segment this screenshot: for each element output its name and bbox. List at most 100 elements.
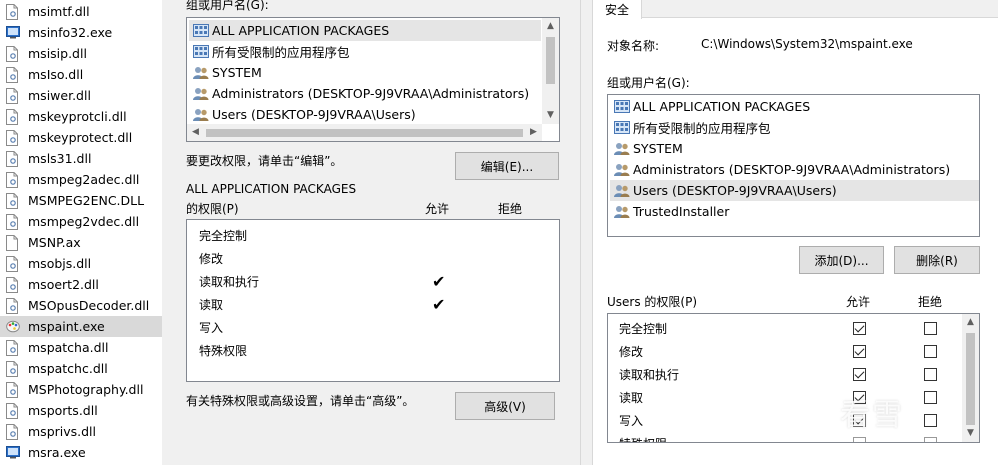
deny-checkbox[interactable] (924, 391, 937, 404)
file-item[interactable]: msisip.dll (6, 43, 162, 64)
remove-button[interactable]: 删除(R) (894, 246, 980, 274)
user-group-icon (614, 142, 630, 156)
user-list-item[interactable]: Administrators (DESKTOP-9J9VRAA\Administ… (610, 159, 979, 180)
file-item[interactable]: msmpeg2adec.dll (6, 169, 162, 190)
allow-column-header: 允许 (846, 295, 871, 309)
file-item[interactable]: msra.exe (6, 442, 162, 463)
user-name: Users (DESKTOP-9J9VRAA\Users) (633, 183, 837, 198)
deny-checkbox[interactable] (924, 368, 937, 381)
allow-checkbox[interactable] (853, 437, 866, 442)
file-item[interactable]: MSNP.ax (6, 232, 162, 253)
user-list-item[interactable]: ALL APPLICATION PACKAGES (189, 20, 541, 41)
permission-name: 完全控制 (199, 229, 248, 243)
dll-file-icon (6, 423, 20, 440)
user-list-item[interactable]: SYSTEM (610, 138, 979, 159)
add-button[interactable]: 添加(D)... (799, 246, 884, 274)
file-name: mskeyprotcli.dll (28, 109, 127, 124)
permission-name: 修改 (619, 345, 644, 359)
file-item[interactable]: msinfo32.exe (6, 22, 162, 43)
file-item[interactable]: mspaint.exe (0, 316, 162, 337)
file-item[interactable]: msports.dll (6, 400, 162, 421)
permission-name: 写入 (619, 414, 644, 428)
change-permissions-hint: 要更改权限，请单击“编辑”。 (186, 154, 343, 168)
dll-file-icon (6, 192, 20, 209)
file-name: mspatchc.dll (28, 361, 108, 376)
deny-checkbox[interactable] (924, 345, 937, 358)
file-list[interactable]: msimtf.dll msinfo32.exe msisip.dll msIso.dl… (0, 0, 162, 465)
user-group-icon (193, 66, 209, 80)
advanced-button[interactable]: 高级(V) (455, 392, 555, 420)
scroll-thumb-h[interactable] (206, 129, 523, 137)
vertical-scrollbar[interactable]: ▲ ▼ (542, 18, 559, 124)
user-list-item[interactable]: ALL APPLICATION PACKAGES (610, 96, 979, 117)
file-item[interactable]: mspatchc.dll (6, 358, 162, 379)
user-list-item[interactable]: 所有受限制的应用程序包 (610, 117, 979, 138)
file-item[interactable]: msprivs.dll (6, 421, 162, 442)
file-name: msinfo32.exe (28, 25, 113, 40)
user-list-item[interactable]: 所有受限制的应用程序包 (189, 41, 541, 62)
scroll-right-icon[interactable]: ▶ (525, 124, 542, 141)
user-list-item[interactable]: TrustedInstaller (610, 201, 979, 222)
permission-name: 修改 (199, 252, 224, 266)
horizontal-scrollbar[interactable]: ◀ ▶ (187, 124, 542, 141)
scroll-left-icon[interactable]: ◀ (187, 124, 204, 141)
file-item[interactable]: MSMPEG2ENC.DLL (6, 190, 162, 211)
file-item[interactable]: mspatcha.dll (6, 337, 162, 358)
user-name: Administrators (DESKTOP-9J9VRAA\Administ… (212, 86, 530, 101)
scroll-up-icon[interactable]: ▲ (962, 314, 979, 331)
blank-file-icon (6, 234, 20, 251)
file-item[interactable]: msiwer.dll (6, 85, 162, 106)
user-list-item[interactable]: SYSTEM (189, 62, 541, 83)
file-name: mspatcha.dll (28, 340, 109, 355)
allow-checkbox[interactable] (853, 322, 866, 335)
file-item[interactable]: mskeyprotcli.dll (6, 106, 162, 127)
file-name: MSNP.ax (28, 235, 81, 250)
file-name: msports.dll (28, 403, 98, 418)
scroll-thumb[interactable] (546, 37, 555, 84)
deny-checkbox[interactable] (924, 437, 937, 442)
file-name: msimtf.dll (28, 4, 90, 19)
user-list-item[interactable]: Administrators (DESKTOP-9J9VRAA\Administ… (189, 83, 541, 104)
file-item[interactable]: MSPhotography.dll (6, 379, 162, 400)
allow-checkbox[interactable] (853, 368, 866, 381)
group-user-listbox[interactable]: ALL APPLICATION PACKAGES 所有受限制的应用程序包 SYSTE… (607, 94, 980, 237)
file-item[interactable]: msobjs.dll (6, 253, 162, 274)
dialog-divider (572, 0, 592, 465)
pane-divider (162, 0, 172, 465)
dll-file-icon (6, 255, 20, 272)
user-group-icon (614, 205, 630, 219)
permission-name: 特殊权限 (619, 432, 667, 442)
file-item[interactable]: msIso.dll (6, 64, 162, 85)
user-list-item[interactable]: Users (DESKTOP-9J9VRAA\Users) (610, 180, 979, 201)
scroll-down-icon[interactable]: ▼ (542, 107, 559, 124)
dll-file-icon (6, 45, 20, 62)
permission-name: 写入 (199, 321, 224, 335)
file-name: msIso.dll (28, 67, 84, 82)
file-item[interactable]: msmpeg2vdec.dll (6, 211, 162, 232)
file-item[interactable]: msimtf.dll (6, 1, 162, 22)
file-name: mspaint.exe (28, 319, 105, 334)
group-user-listbox[interactable]: ALL APPLICATION PACKAGES 所有受限制的应用程序包 SYSTE… (186, 17, 560, 142)
permissions-for-line2: 的权限(P) (186, 202, 239, 216)
tab-security[interactable]: 安全 (592, 0, 642, 19)
permissions-checkbox-list[interactable]: 完全控制修改读取和执行读取写入特殊权限 ▲ ▼ (607, 313, 980, 443)
edit-button[interactable]: 编辑(E)... (455, 152, 559, 180)
vertical-scrollbar[interactable]: ▲ ▼ (962, 314, 979, 442)
scroll-down-icon[interactable]: ▼ (962, 425, 979, 442)
user-name: SYSTEM (633, 141, 683, 156)
user-list-item[interactable]: Users (DESKTOP-9J9VRAA\Users) (189, 104, 541, 125)
user-group-icon (614, 184, 630, 198)
advanced-settings-hint: 有关特殊权限或高级设置，请单击“高级”。 (186, 394, 415, 408)
deny-checkbox[interactable] (924, 322, 937, 335)
file-item[interactable]: msoert2.dll (6, 274, 162, 295)
app-packages-icon (193, 44, 209, 59)
scroll-thumb[interactable] (966, 333, 975, 425)
scroll-up-icon[interactable]: ▲ (542, 18, 559, 35)
tab-bar: 安全 (592, 0, 998, 19)
allow-checkbox[interactable] (853, 345, 866, 358)
file-item[interactable]: mskeyprotect.dll (6, 127, 162, 148)
deny-checkbox[interactable] (924, 414, 937, 427)
file-item[interactable]: MSOpusDecoder.dll (6, 295, 162, 316)
permissions-list: 完全控制 修改 读取和执行 ✔ 读取 ✔ 写入 特殊权限 (186, 219, 560, 382)
file-item[interactable]: msls31.dll (6, 148, 162, 169)
